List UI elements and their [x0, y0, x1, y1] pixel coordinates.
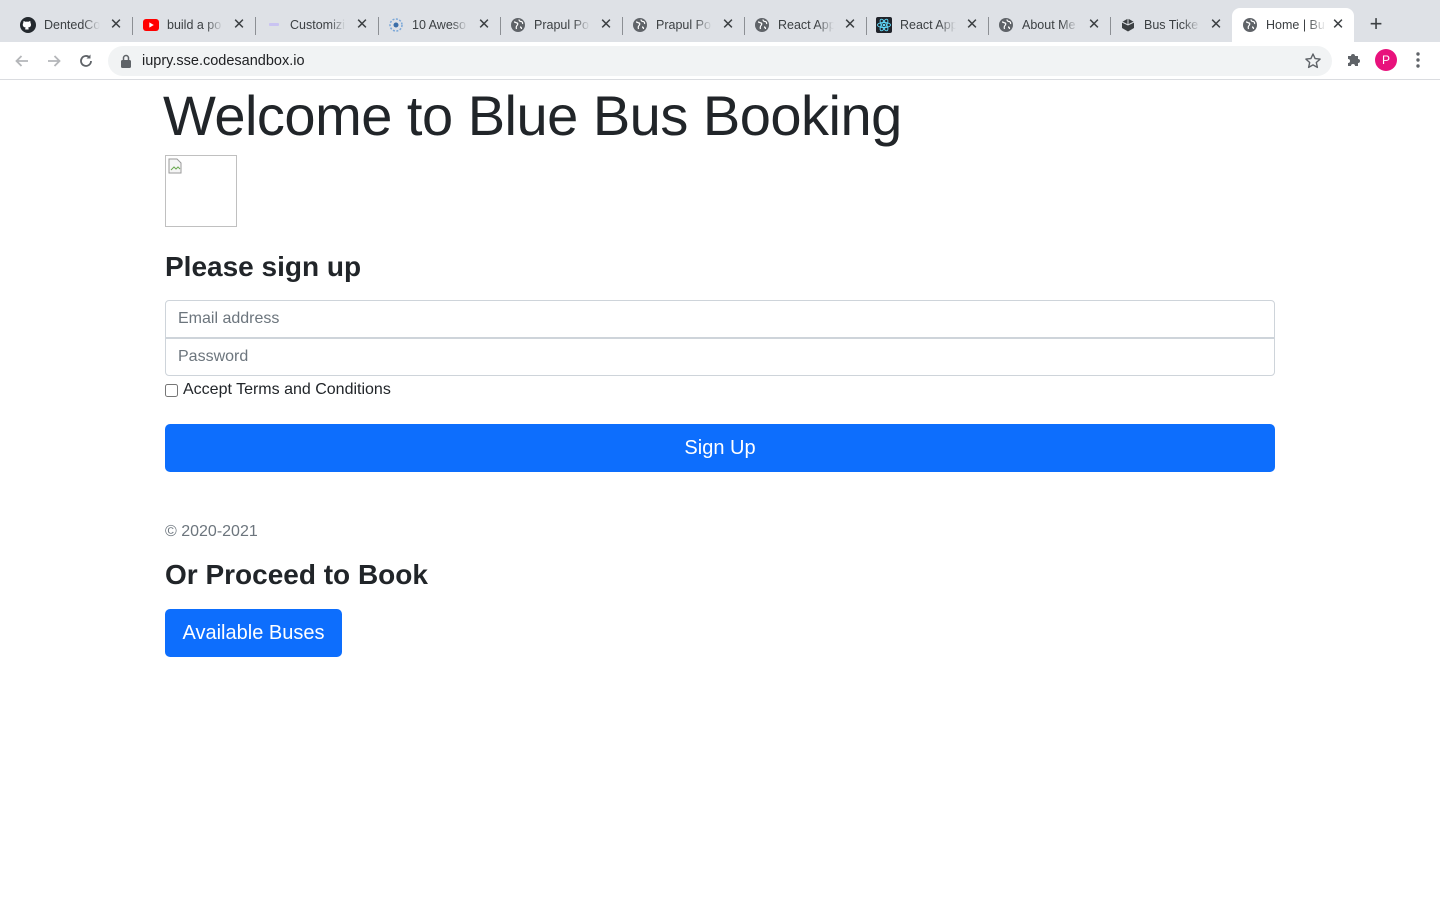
close-icon[interactable]: ✕: [476, 17, 492, 33]
page-content: Welcome to Blue Bus Booking Please sign …: [0, 81, 1440, 900]
codesandbox-icon: [1120, 17, 1136, 33]
tab-bus-ticket[interactable]: Bus Ticke ✕: [1110, 8, 1232, 42]
terms-checkbox-row[interactable]: Accept Terms and Conditions: [165, 381, 391, 399]
tab-title: React App: [900, 18, 956, 32]
tab-title: Home | Bu: [1266, 18, 1325, 32]
close-icon[interactable]: ✕: [598, 17, 614, 33]
close-icon[interactable]: ✕: [108, 17, 124, 33]
page-icon: [266, 17, 282, 33]
close-icon[interactable]: ✕: [964, 17, 980, 33]
proceed-heading: Or Proceed to Book: [165, 559, 428, 590]
tab-title: Customizi: [290, 18, 345, 32]
globe-icon: [1242, 17, 1258, 33]
tab-title: Prapul Po: [656, 18, 711, 32]
reload-button[interactable]: [75, 50, 97, 72]
close-icon[interactable]: ✕: [720, 17, 736, 33]
back-button[interactable]: [11, 50, 33, 72]
github-icon: [20, 17, 36, 33]
tab-build-a-po[interactable]: build a po ✕: [133, 8, 256, 42]
sign-up-button[interactable]: Sign Up: [165, 424, 1275, 472]
tab-title: DentedCo: [44, 18, 100, 32]
terms-label: Accept Terms and Conditions: [183, 381, 391, 398]
tab-customizi[interactable]: Customizi ✕: [256, 8, 379, 42]
email-field[interactable]: [165, 300, 1275, 338]
terms-checkbox[interactable]: [165, 383, 178, 397]
address-bar[interactable]: iupry.sse.codesandbox.io: [108, 46, 1332, 76]
available-buses-button[interactable]: Available Buses: [165, 609, 342, 657]
forward-button[interactable]: [43, 50, 65, 72]
tab-react-app-2[interactable]: React App ✕: [866, 8, 989, 42]
profile-avatar[interactable]: P: [1375, 49, 1397, 71]
tab-home[interactable]: Home | Bu ✕: [1232, 8, 1354, 42]
youtube-icon: [143, 17, 159, 33]
browser-menu-icon[interactable]: [1410, 50, 1426, 75]
new-tab-button[interactable]: +: [1366, 13, 1386, 35]
globe-icon: [632, 17, 648, 33]
close-icon[interactable]: ✕: [231, 17, 247, 33]
tab-title: 10 Aweso: [412, 18, 466, 32]
signup-heading: Please sign up: [165, 251, 362, 282]
globe-icon: [510, 17, 526, 33]
close-icon[interactable]: ✕: [842, 17, 858, 33]
copyright-text: © 2020-2021: [165, 523, 258, 540]
close-icon[interactable]: ✕: [1208, 17, 1224, 33]
url-text: iupry.sse.codesandbox.io: [142, 53, 305, 69]
tab-prapul-po-2[interactable]: Prapul Po ✕: [622, 8, 745, 42]
close-icon[interactable]: ✕: [354, 17, 370, 33]
tab-title: Bus Ticke: [1144, 18, 1199, 32]
broken-image: [165, 155, 237, 227]
tab-dentedco[interactable]: DentedCo ✕: [10, 8, 133, 42]
lock-icon: [120, 54, 132, 73]
browser-toolbar: iupry.sse.codesandbox.io: [0, 42, 1440, 80]
tab-prapul-po-1[interactable]: Prapul Po ✕: [500, 8, 623, 42]
tab-title: React App: [778, 18, 834, 32]
tab-title: About Me: [1022, 18, 1076, 32]
close-icon[interactable]: ✕: [1330, 17, 1346, 33]
globe-icon: [998, 17, 1014, 33]
tab-react-app-1[interactable]: React App ✕: [744, 8, 867, 42]
password-field[interactable]: [165, 338, 1275, 376]
tab-title: Prapul Po: [534, 18, 589, 32]
bookmark-star-icon[interactable]: [1304, 52, 1322, 75]
tab-title: build a po: [167, 18, 222, 32]
tab-10-aweso[interactable]: 10 Aweso ✕: [378, 8, 501, 42]
react-icon: [876, 17, 892, 33]
page-title: Welcome to Blue Bus Booking: [163, 84, 902, 147]
tab-strip: DentedCo ✕ build a po ✕ Customizi ✕ 10 A…: [0, 0, 1440, 42]
tab-about-me[interactable]: About Me ✕: [988, 8, 1111, 42]
close-icon[interactable]: ✕: [1086, 17, 1102, 33]
broken-image-icon: [168, 158, 182, 174]
extensions-puzzle-icon[interactable]: [1344, 50, 1364, 75]
globe-icon: [754, 17, 770, 33]
aweso-icon: [388, 17, 404, 33]
